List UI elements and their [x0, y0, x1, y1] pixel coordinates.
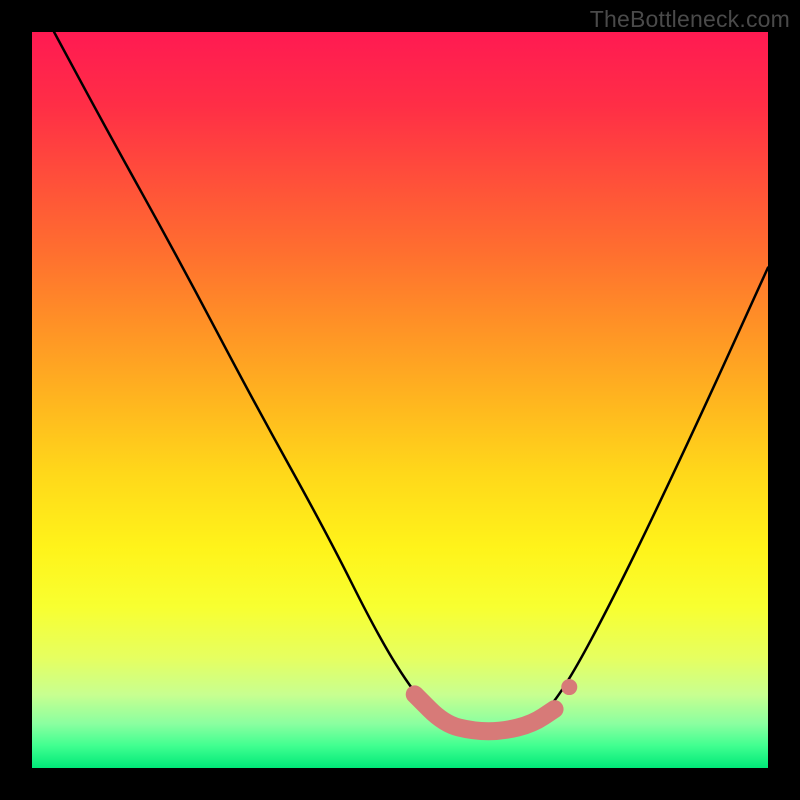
chart-plot-area: [32, 32, 768, 768]
highlight-dot: [561, 679, 577, 695]
chart-frame: TheBottleneck.com: [0, 0, 800, 800]
chart-svg: [32, 32, 768, 768]
watermark-label: TheBottleneck.com: [590, 6, 790, 33]
gradient-background: [32, 32, 768, 768]
